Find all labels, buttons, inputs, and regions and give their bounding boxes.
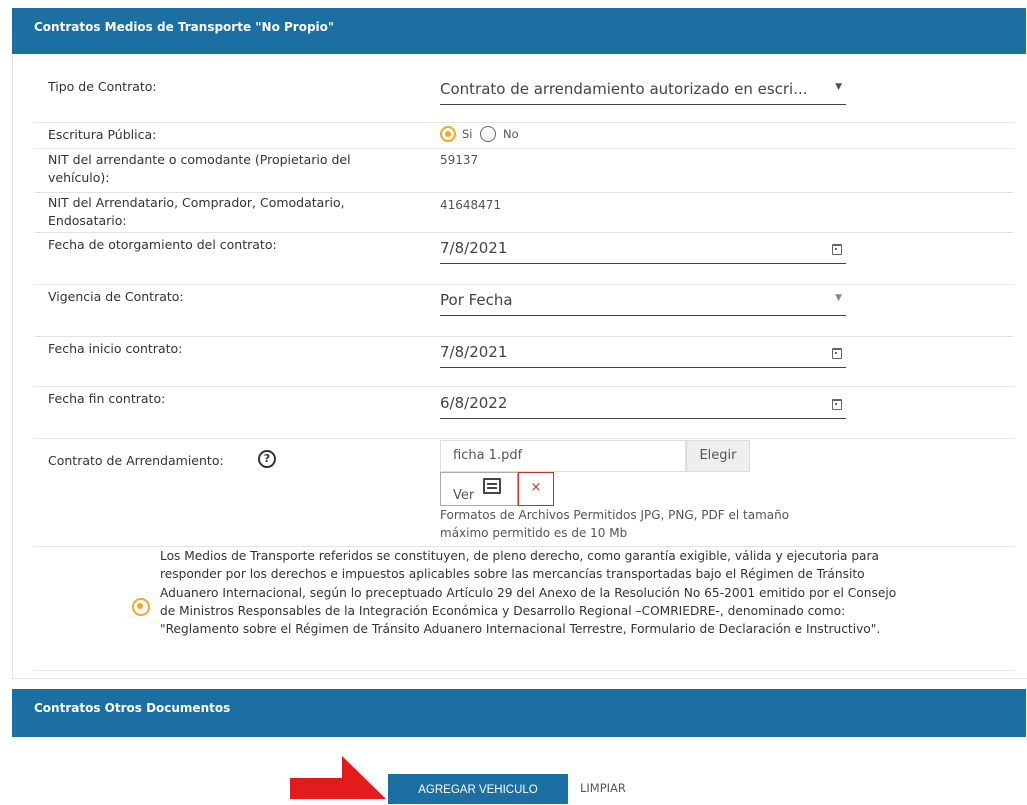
section-header-transport-contracts: Contratos Medios de Transporte "No Propi… <box>12 8 1026 54</box>
row-lease-contract: Contrato de Arrendamiento: ? ficha 1.pdf… <box>34 438 1014 547</box>
grant-date-value: 7/8/2021 <box>440 239 508 257</box>
file-name-field[interactable]: ficha 1.pdf <box>440 440 686 472</box>
start-date-label: Fecha inicio contrato: <box>48 341 183 356</box>
document-icon <box>483 478 501 494</box>
help-icon[interactable]: ? <box>258 450 276 468</box>
calendar-icon[interactable] <box>832 244 842 255</box>
contract-type-select[interactable]: Contrato de arrendamiento autorizado en … <box>440 76 846 105</box>
arrow-icon <box>290 756 386 799</box>
row-start-date: Fecha inicio contrato: 7/8/2021 <box>34 336 1014 387</box>
grant-date-label: Fecha de otorgamiento del contrato: <box>48 237 277 252</box>
grant-date-input[interactable]: 7/8/2021 <box>440 235 846 264</box>
end-date-label: Fecha fin contrato: <box>48 391 166 406</box>
calendar-icon[interactable] <box>832 399 842 410</box>
start-date-value: 7/8/2021 <box>440 343 508 361</box>
legal-declaration-radio[interactable] <box>132 598 150 616</box>
row-contract-validity: Vigencia de Contrato: Por Fecha ▼ <box>34 284 1014 337</box>
contract-validity-label: Vigencia de Contrato: <box>48 289 184 304</box>
add-vehicle-button[interactable]: AGREGAR VEHICULO <box>388 774 568 804</box>
legal-declaration-text: Los Medios de Transporte referidos se co… <box>160 549 897 637</box>
public-deed-radio-si[interactable] <box>440 126 456 142</box>
view-file-button[interactable]: Ver <box>440 472 518 506</box>
lessee-nit-label: NIT del Arrendatario, Comprador, Comodat… <box>48 195 345 228</box>
file-name-value: ficha 1.pdf <box>453 448 523 463</box>
calendar-icon[interactable] <box>832 348 842 359</box>
end-date-input[interactable]: 6/8/2022 <box>440 390 846 419</box>
row-grant-date: Fecha de otorgamiento del contrato: 7/8/… <box>34 232 1014 285</box>
public-deed-radio-no[interactable] <box>480 126 496 142</box>
section-header-other-documents: Contratos Otros Documentos <box>12 689 1026 737</box>
start-date-input[interactable]: 7/8/2021 <box>440 339 846 368</box>
dropdown-caret-icon: ▼ <box>835 293 842 303</box>
lessor-nit-label: NIT del arrendante o comodante (Propieta… <box>48 152 351 185</box>
lease-contract-label: Contrato de Arrendamiento: <box>48 453 224 468</box>
section-title: Contratos Otros Documentos <box>34 701 231 715</box>
remove-file-button[interactable]: × <box>518 472 554 506</box>
row-lessee-nit: NIT del Arrendatario, Comprador, Comodat… <box>34 192 1014 233</box>
close-icon: × <box>530 480 542 495</box>
public-deed-option-no: No <box>503 127 519 141</box>
contract-type-value: Contrato de arrendamiento autorizado en … <box>440 80 808 98</box>
view-file-label: Ver <box>453 488 475 503</box>
row-public-deed: Escritura Pública: Si No <box>34 122 1014 149</box>
lessor-nit-value: 59137 <box>440 153 479 167</box>
dropdown-caret-icon: ▼ <box>835 82 842 92</box>
contract-validity-select[interactable]: Por Fecha ▼ <box>440 287 846 316</box>
section-title: Contratos Medios de Transporte "No Propi… <box>34 20 335 34</box>
row-contract-type: Tipo de Contrato: Contrato de arrendamie… <box>34 70 1014 123</box>
public-deed-option-si: Si <box>462 127 473 141</box>
choose-file-button[interactable]: Elegir <box>686 440 750 472</box>
lessee-nit-value: 41648471 <box>440 198 502 212</box>
public-deed-label: Escritura Pública: <box>48 127 157 142</box>
clear-button[interactable]: LIMPIAR <box>580 781 626 795</box>
end-date-value: 6/8/2022 <box>440 394 508 412</box>
file-format-note: Formatos de Archivos Permitidos JPG, PNG… <box>440 508 790 540</box>
contract-type-label: Tipo de Contrato: <box>48 79 157 94</box>
contract-validity-value: Por Fecha <box>440 291 513 309</box>
row-end-date: Fecha fin contrato: 6/8/2022 <box>34 386 1014 439</box>
page: Contratos Medios de Transporte "No Propi… <box>0 0 1027 804</box>
row-lessor-nit: NIT del arrendante o comodante (Propieta… <box>34 148 1014 193</box>
